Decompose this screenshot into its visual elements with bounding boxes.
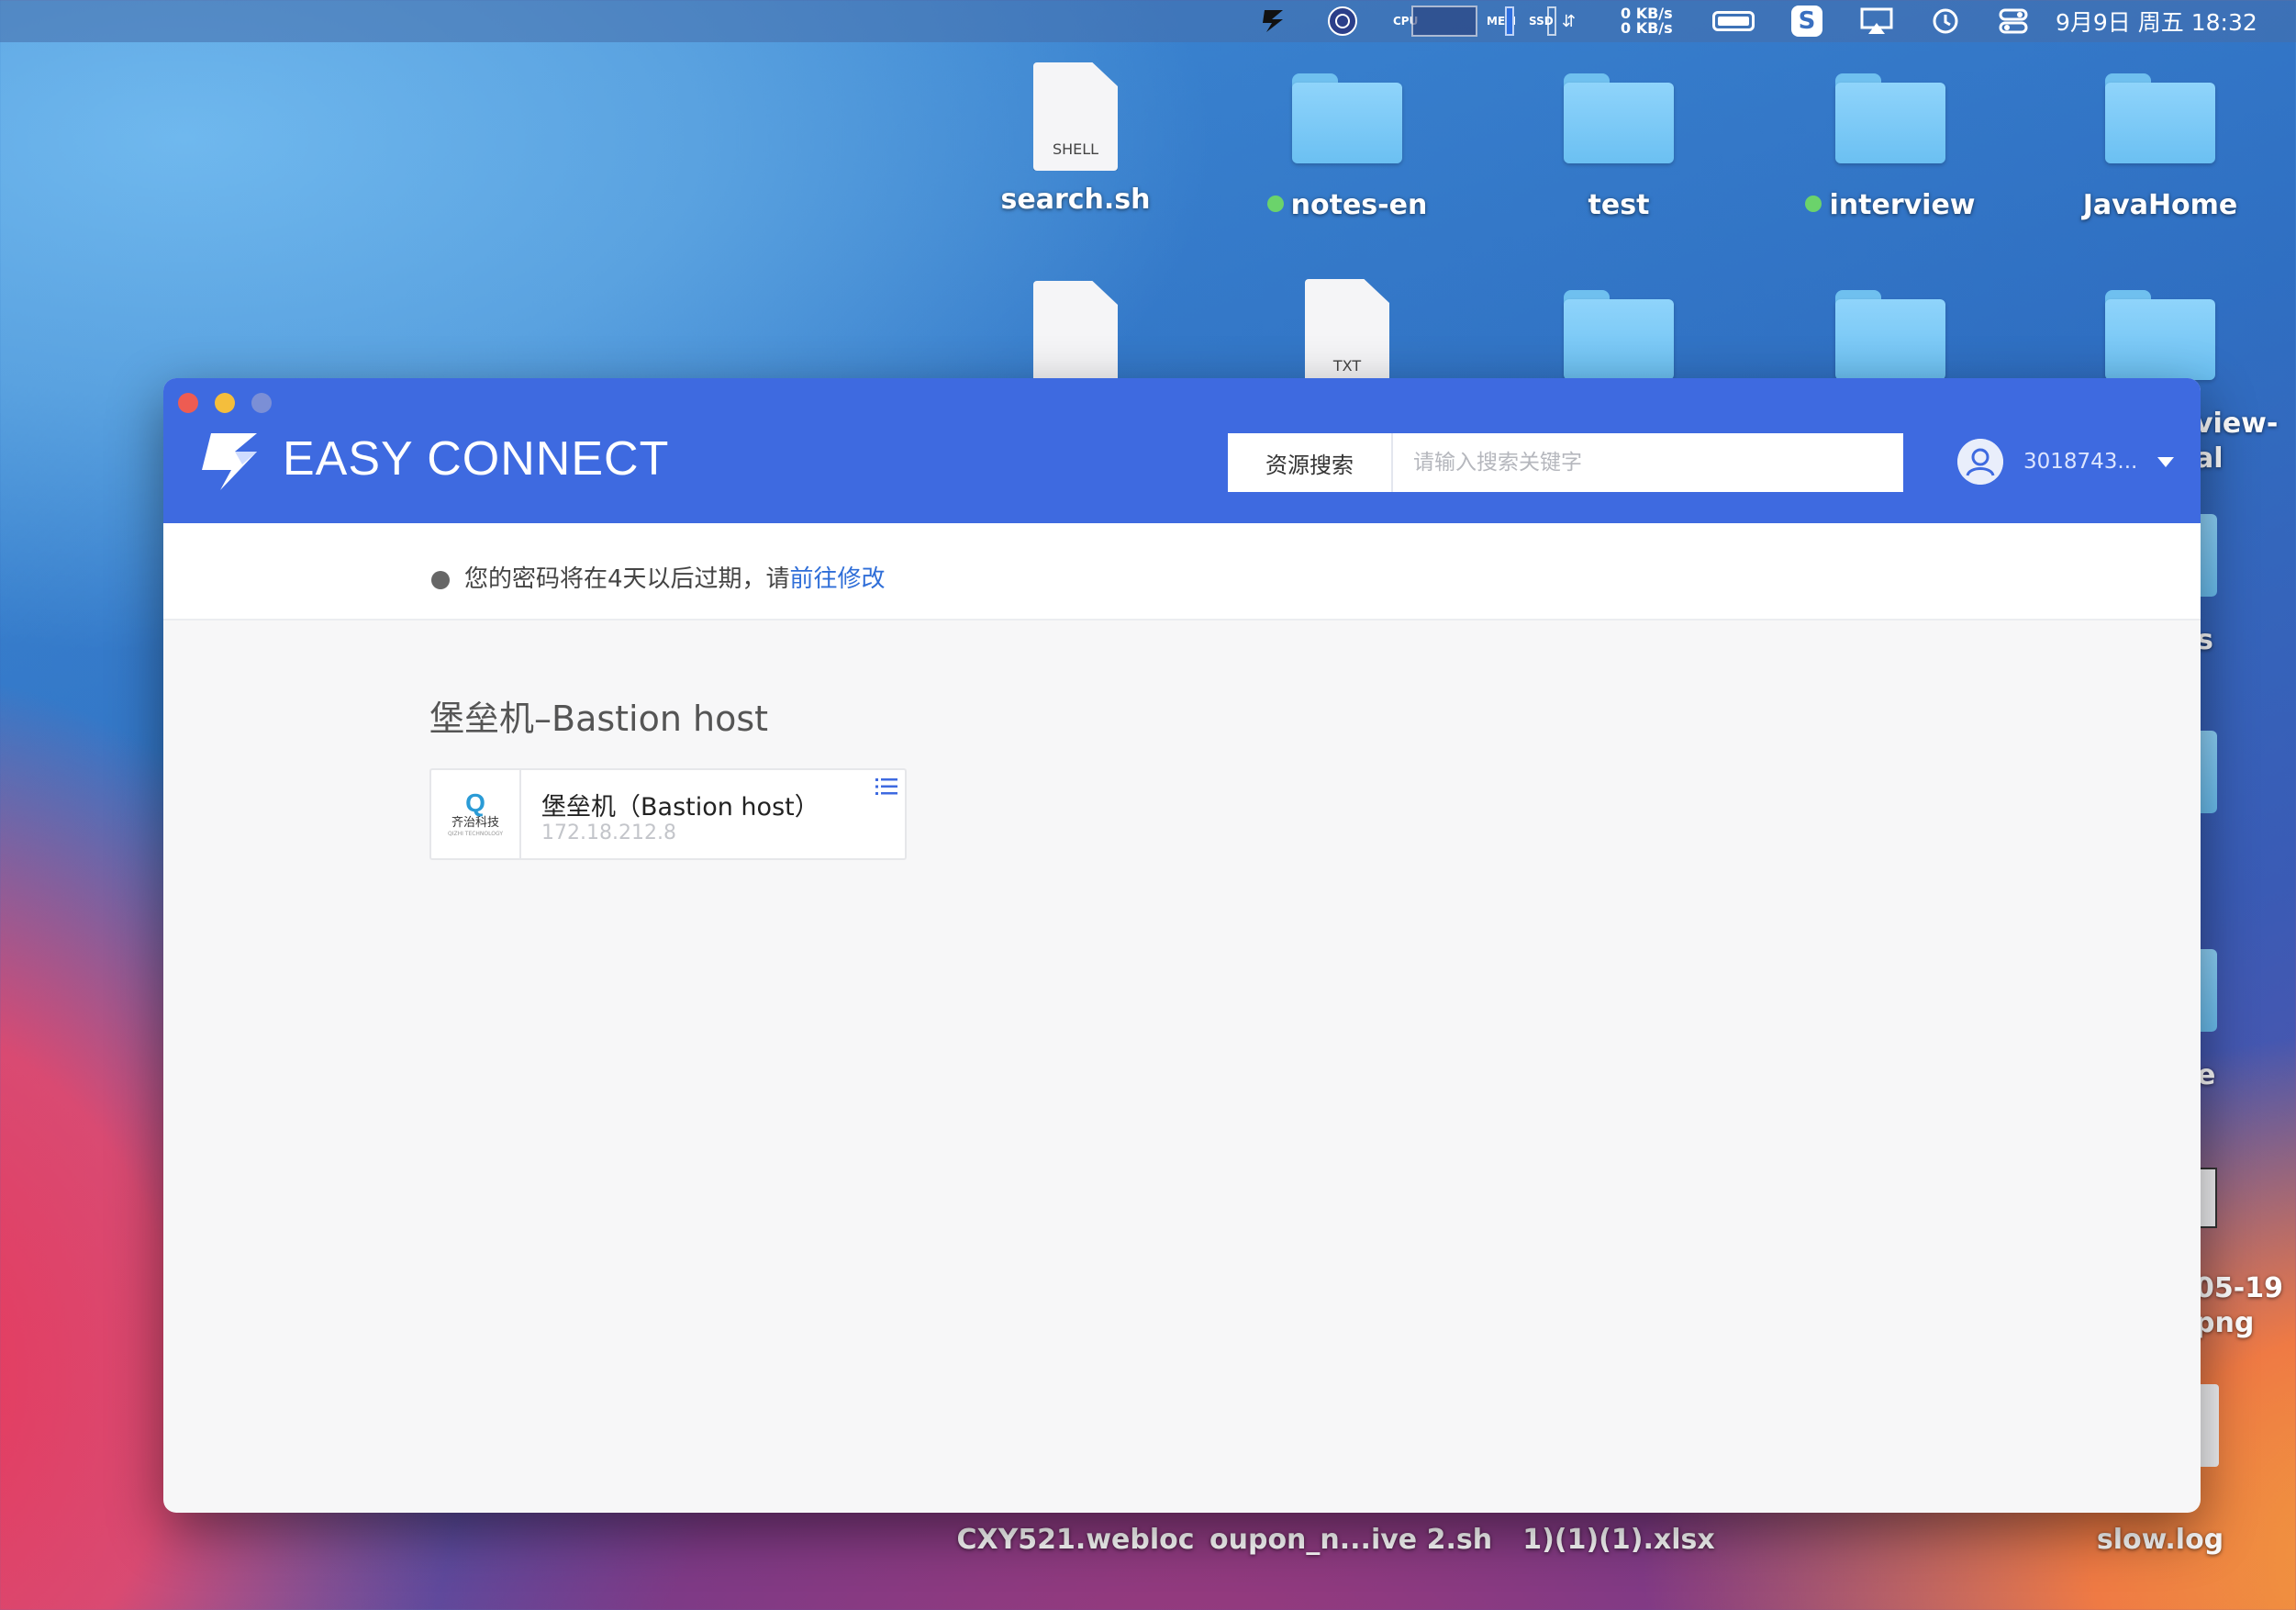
password-expiry-notice: 您的密码将在4天以后过期，请前往修改: [163, 523, 2201, 621]
document-icon: [1033, 281, 1118, 389]
mem-label: MEM: [1487, 15, 1517, 28]
desktop-file-txt[interactable]: TXT: [1237, 279, 1457, 387]
window-zoom-button[interactable]: [251, 393, 272, 413]
desktop-partial-label: png: [2195, 1307, 2255, 1339]
desktop-partial-label: view-: [2195, 408, 2279, 440]
control-center-icon[interactable]: [1999, 0, 2028, 42]
change-password-link[interactable]: 前往修改: [790, 565, 886, 593]
username: 3018743...: [2023, 450, 2138, 474]
brand-title: EASY CONNECT: [283, 432, 670, 486]
desktop-folder-javahome[interactable]: JavaHome: [2050, 73, 2270, 221]
desktop-folder-test[interactable]: test: [1509, 73, 1729, 221]
desktop-folder-row2-c[interactable]: [2050, 290, 2270, 380]
desktop-folder-row2-b[interactable]: [1780, 290, 2001, 380]
text-file-icon: TXT: [1305, 279, 1389, 387]
desktop-folder-label: notes-en: [1290, 189, 1428, 221]
globe-app-icon[interactable]: [1327, 0, 1358, 42]
window-close-button[interactable]: [178, 393, 198, 413]
green-tag-icon: [1266, 196, 1284, 212]
notice-bullet-icon: [431, 571, 450, 589]
desktop-file-label: search.sh: [1000, 184, 1151, 216]
menubar-clock[interactable]: 9月9日 周五 18:32: [2056, 0, 2257, 42]
mem-bar: [1505, 6, 1514, 36]
resource-address: 172.18.212.8: [541, 822, 676, 844]
ssd-bar: [1547, 6, 1556, 36]
desktop-file-label[interactable]: slow.log: [2023, 1524, 2296, 1556]
desktop-folder-notes-en[interactable]: notes-en: [1237, 73, 1457, 221]
folder-icon: [2105, 73, 2215, 163]
search-input[interactable]: [1393, 433, 1903, 492]
notice-text: 您的密码将在4天以后过期，请: [464, 565, 790, 593]
desktop-partial-label: 05-19: [2195, 1272, 2283, 1304]
arrows-icon: ⇵: [1562, 11, 1577, 31]
easyconnect-window: EASY CONNECT 资源搜索 3018743... 您的密码将在4天以后过…: [163, 378, 2201, 1513]
shell-file-icon: SHELL: [1033, 62, 1118, 171]
resource-name: 堡垒机（Bastion host）: [541, 793, 819, 822]
window-minimize-button[interactable]: [215, 393, 235, 413]
cpu-monitor[interactable]: CPU: [1393, 0, 1477, 42]
desktop-file-label[interactable]: 1)(1)(1).xlsx: [1481, 1524, 1756, 1556]
desktop-folder-label: test: [1588, 189, 1650, 221]
desktop-file-blank[interactable]: [965, 281, 1186, 389]
mem-monitor[interactable]: MEM: [1487, 0, 1517, 42]
folder-icon: [1564, 73, 1674, 163]
menu-bar: CPU MEM SSD ⇵ 0 KB/s 0 KB/s S 9月9日 周五 18…: [0, 0, 2296, 42]
user-menu[interactable]: 3018743...: [1957, 439, 2175, 485]
folder-icon: [1835, 73, 1945, 163]
ssd-monitor[interactable]: SSD ⇵: [1529, 0, 1576, 42]
qizhi-logo: Q 齐治科技 QIZHI TECHNOLOGY: [431, 770, 521, 858]
resource-search: 资源搜索: [1228, 433, 1903, 492]
time-machine-icon[interactable]: [1931, 0, 1960, 42]
folder-icon: [2105, 290, 2215, 380]
green-tag-icon: [1805, 196, 1822, 212]
ssd-label: SSD: [1529, 15, 1554, 28]
app-header: EASY CONNECT 资源搜索 3018743...: [163, 378, 2201, 523]
folder-icon: [1564, 290, 1674, 380]
net-download: 0 KB/s: [1621, 19, 1673, 37]
resource-search-button[interactable]: 资源搜索: [1228, 433, 1393, 492]
resource-card[interactable]: Q 齐治科技 QIZHI TECHNOLOGY 堡垒机（Bastion host…: [429, 768, 907, 860]
folder-icon: [1292, 73, 1402, 163]
desktop-folder-label: interview: [1829, 189, 1976, 221]
network-monitor[interactable]: 0 KB/s 0 KB/s: [1621, 0, 1673, 42]
avatar-icon: [1957, 439, 2003, 485]
desktop-folder-row2-a[interactable]: [1509, 290, 1729, 380]
desktop-folder-interview[interactable]: interview: [1780, 73, 2001, 221]
resource-group-title: 堡垒机–Bastion host: [429, 699, 769, 739]
cpu-label: CPU: [1393, 15, 1419, 28]
sogou-input-icon[interactable]: S: [1791, 0, 1822, 42]
list-menu-icon[interactable]: [875, 777, 897, 796]
desktop-file-label[interactable]: CXY521.webloc: [938, 1524, 1213, 1556]
easyconnect-menubar-icon[interactable]: [1259, 0, 1288, 42]
battery-icon[interactable]: [1712, 0, 1755, 42]
easyconnect-logo-icon: [202, 433, 257, 490]
desktop-file-label[interactable]: oupon_n...ive 2.sh: [1209, 1524, 1492, 1556]
cpu-graph: [1411, 6, 1477, 37]
airplay-icon[interactable]: [1859, 0, 1894, 42]
chevron-down-icon: [2157, 456, 2175, 467]
desktop-folder-label: JavaHome: [2082, 189, 2238, 221]
desktop-file-search-sh[interactable]: SHELL search.sh: [965, 62, 1186, 216]
folder-icon: [1835, 290, 1945, 380]
